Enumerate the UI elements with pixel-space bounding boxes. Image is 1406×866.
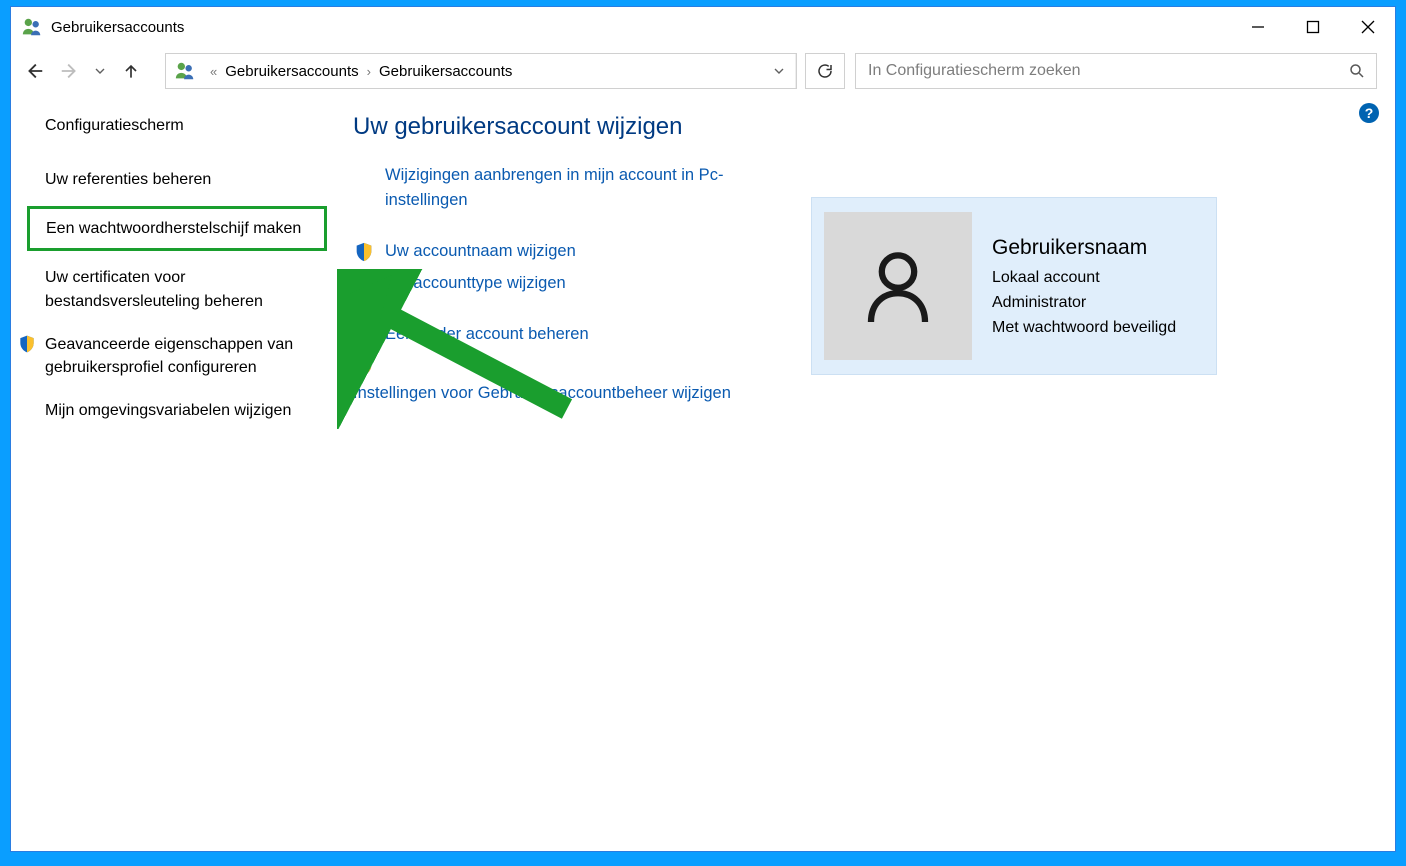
shield-icon xyxy=(17,334,37,354)
link-uac-settings[interactable]: Instellingen voor Gebruikersaccountbehee… xyxy=(353,355,773,406)
account-password-status: Met wachtwoord beveiligd xyxy=(992,316,1176,341)
help-badge[interactable]: ? xyxy=(1359,103,1379,123)
account-name: Gebruikersnaam xyxy=(992,232,1176,265)
refresh-button[interactable] xyxy=(805,53,845,89)
link-change-account-name[interactable]: Uw accountnaam wijzigen xyxy=(353,239,773,264)
search-box[interactable] xyxy=(855,53,1377,89)
window-title: Gebruikersaccounts xyxy=(51,19,184,36)
window-controls xyxy=(1230,7,1395,47)
link-label: Uw accountnaam wijzigen xyxy=(385,242,576,260)
sidebar-item-password-reset-disk[interactable]: Een wachtwoordherstelschijf maken xyxy=(27,206,327,251)
window: Gebruikersaccounts xyxy=(10,6,1396,852)
user-accounts-icon xyxy=(21,16,43,38)
page-heading: Uw gebruikersaccount wijzigen xyxy=(353,113,1377,141)
address-dropdown-button[interactable] xyxy=(762,54,796,88)
link-change-account-type[interactable]: Uw accounttype wijzigen xyxy=(353,271,773,296)
chevron-right-icon: › xyxy=(361,64,377,79)
account-role: Administrator xyxy=(992,291,1176,316)
search-icon[interactable] xyxy=(1348,62,1366,80)
search-input[interactable] xyxy=(866,61,1348,81)
recent-locations-button[interactable] xyxy=(95,66,105,76)
shield-icon xyxy=(353,241,375,263)
sidebar-item-certificates[interactable]: Uw certificaten voor bestandsversleuteli… xyxy=(45,261,321,317)
back-button[interactable] xyxy=(23,60,45,82)
navigation-bar: « Gebruikersaccounts › Gebruikersaccount… xyxy=(11,47,1395,95)
forward-button[interactable] xyxy=(59,60,81,82)
sidebar-item-env-vars[interactable]: Mijn omgevingsvariabelen wijzigen xyxy=(45,394,321,427)
sidebar: Configuratiescherm Uw referenties behere… xyxy=(11,95,329,851)
address-bar[interactable]: « Gebruikersaccounts › Gebruikersaccount… xyxy=(165,53,797,89)
avatar xyxy=(824,212,972,360)
account-type: Lokaal account xyxy=(992,266,1176,291)
titlebar: Gebruikersaccounts xyxy=(11,7,1395,47)
sidebar-home-link[interactable]: Configuratiescherm xyxy=(45,113,321,139)
close-button[interactable] xyxy=(1340,7,1395,47)
link-pc-settings[interactable]: Wijzigingen aanbrengen in mijn account i… xyxy=(353,163,773,213)
link-label: Instellingen voor Gebruikersaccountbehee… xyxy=(353,384,731,402)
link-label: Uw accounttype wijzigen xyxy=(385,274,566,292)
shield-icon xyxy=(353,273,375,295)
link-label: Een ander account beheren xyxy=(385,325,589,343)
minimize-button[interactable] xyxy=(1230,7,1285,47)
link-manage-other-account[interactable]: Een ander account beheren xyxy=(353,322,773,347)
sidebar-item-credentials[interactable]: Uw referenties beheren xyxy=(45,163,321,196)
breadcrumb-item-1[interactable]: Gebruikersaccounts xyxy=(377,63,514,80)
maximize-button[interactable] xyxy=(1285,7,1340,47)
sidebar-item-advanced-profile[interactable]: Geavanceerde eigenschappen van gebruiker… xyxy=(45,328,321,384)
location-icon xyxy=(174,60,196,82)
account-info: Gebruikersnaam Lokaal account Administra… xyxy=(992,232,1176,341)
up-button[interactable] xyxy=(121,61,141,81)
account-card: Gebruikersnaam Lokaal account Administra… xyxy=(811,197,1217,375)
shield-icon xyxy=(353,324,375,346)
shield-icon xyxy=(353,355,375,377)
breadcrumb-prefix: « xyxy=(204,64,223,79)
breadcrumb-item-0[interactable]: Gebruikersaccounts xyxy=(223,63,360,80)
